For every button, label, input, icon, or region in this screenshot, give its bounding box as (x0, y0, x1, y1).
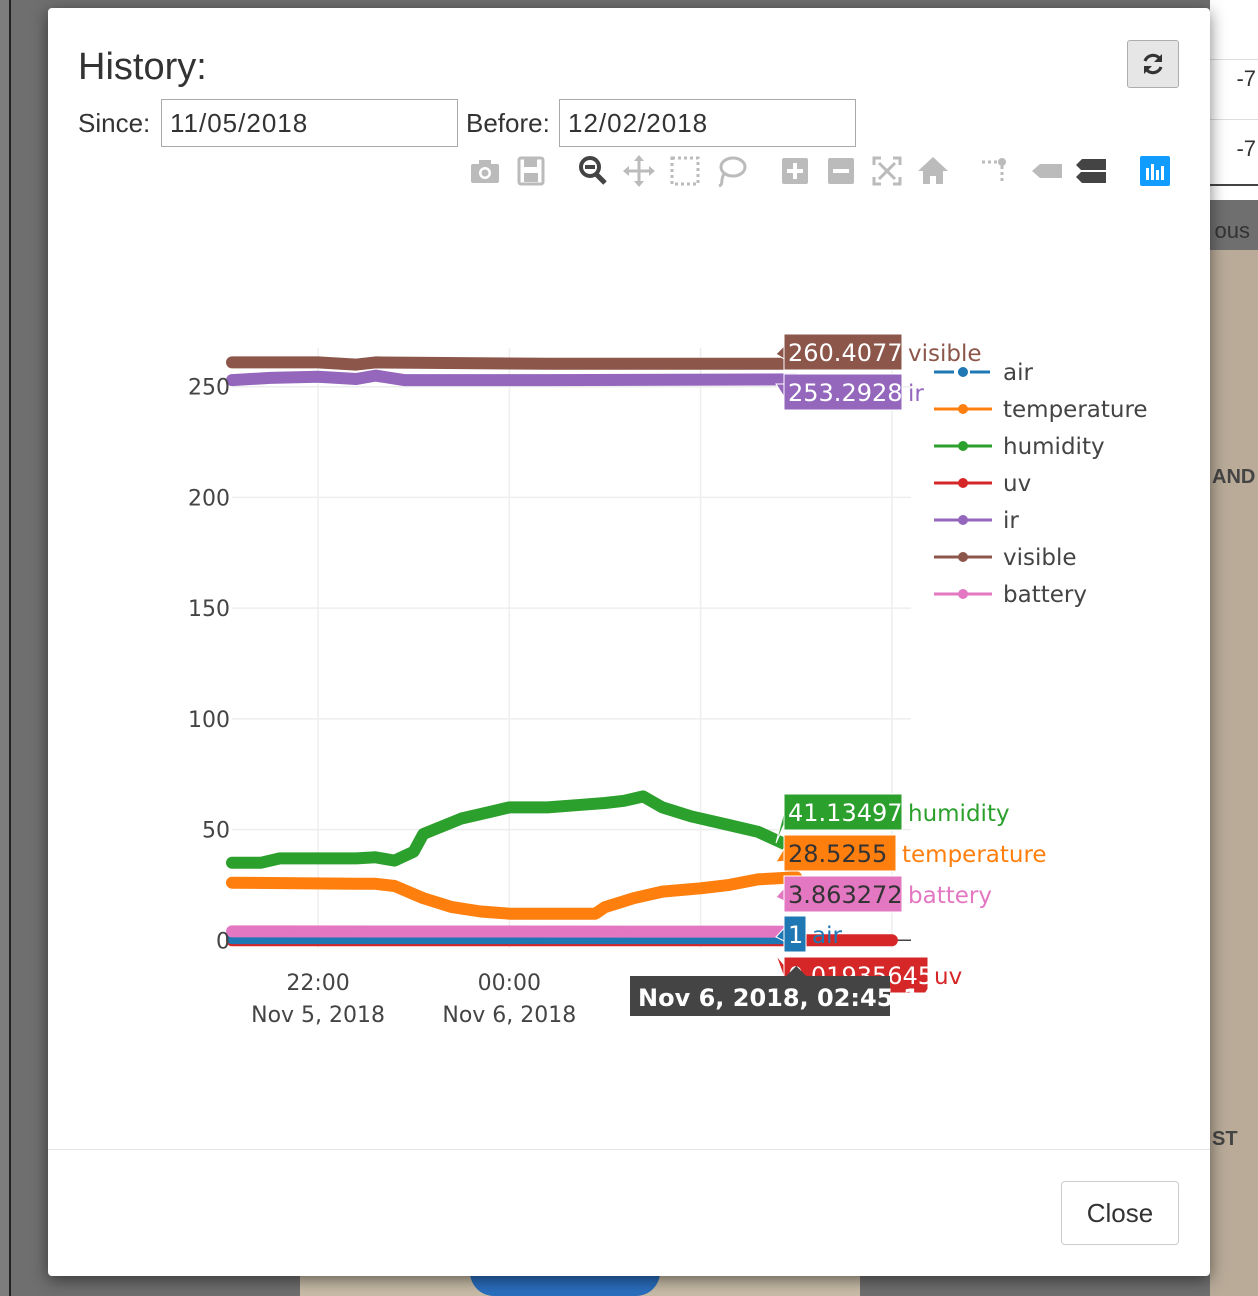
y-tick-label: 200 (188, 486, 230, 511)
legend-label-air: air (1003, 360, 1033, 386)
hover-value-battery: 3.863272 (788, 881, 903, 909)
close-button[interactable]: Close (1061, 1181, 1179, 1245)
legend-label-visible: visible (1003, 545, 1077, 571)
background-table: -7 -7 ous (1210, 0, 1258, 243)
map-label: AND (1212, 466, 1256, 488)
hover-name-air: air (812, 923, 842, 949)
y-tick-labels: 0 50 100 150 200 250 (188, 376, 230, 955)
legend-label-temperature: temperature (1003, 397, 1148, 423)
footer-divider (48, 1149, 1210, 1150)
history-dialog: History: Since: 11/05/2018 Before: 12/02… (48, 8, 1210, 1276)
legend[interactable]: air temperature humidity uv ir visible battery (934, 360, 1148, 608)
x-tick-label: 22:00 (286, 971, 349, 996)
legend-marker-ir (958, 515, 968, 525)
table-row: -7 (1210, 60, 1258, 120)
x-tick-label: Nov 6, 2018 (442, 1003, 576, 1028)
hover-name-battery: battery (908, 883, 992, 909)
map-label: ST (1212, 1128, 1238, 1150)
legend-label-battery: battery (1003, 582, 1087, 608)
hover-value-air: 1 (788, 921, 803, 949)
legend-marker-visible (958, 552, 968, 562)
hover-name-humidity: humidity (908, 801, 1010, 827)
hover-name-uv: uv (934, 964, 962, 990)
hover-name-visible: visible (908, 341, 982, 367)
x-tick-labels: 22:00 Nov 5, 2018 00:00 Nov 6, 2018 (251, 971, 576, 1028)
x-tick-label: Nov 5, 2018 (251, 1003, 385, 1028)
hover-value-ir: 253.2928 (788, 379, 903, 407)
table-row (1210, 0, 1258, 60)
y-tick-label: 50 (202, 819, 230, 844)
table-cell: -7 (1236, 66, 1256, 91)
y-tick-label: 250 (188, 376, 230, 401)
legend-marker-air (958, 367, 968, 377)
hover-value-humidity: 41.13497 (788, 799, 903, 827)
legend-marker-uv (958, 478, 968, 488)
hover-name-temperature: temperature (902, 842, 1047, 868)
history-chart: 0 50 100 150 200 250 22:00 Nov 5, 2018 00:00 Nov… (188, 333, 1148, 1028)
status-fragment: ous (1214, 218, 1250, 243)
hover-name-ir: ir (908, 381, 924, 407)
hover-labels: 260.4077 visible253.2928 ir41.13497 humidit… (630, 333, 1047, 1016)
legend-label-humidity: humidity (1003, 434, 1105, 460)
legend-marker-humidity (958, 441, 968, 451)
hover-value-visible: 260.4077 (788, 339, 903, 367)
y-tick-label: 0 (216, 929, 230, 954)
table-cell: -7 (1236, 136, 1256, 161)
y-tick-label: 150 (188, 597, 230, 622)
y-tick-label: 100 (188, 708, 230, 733)
legend-label-uv: uv (1003, 471, 1031, 497)
table-row: -7 (1210, 120, 1258, 186)
x-tick-label: 00:00 (478, 971, 541, 996)
legend-marker-temperature (958, 404, 968, 414)
hover-x-label: Nov 6, 2018, 02:45:14 (638, 984, 936, 1012)
legend-marker-battery (958, 589, 968, 599)
legend-label-ir: ir (1003, 508, 1019, 534)
hover-value-temperature: 28.5255 (788, 840, 887, 868)
